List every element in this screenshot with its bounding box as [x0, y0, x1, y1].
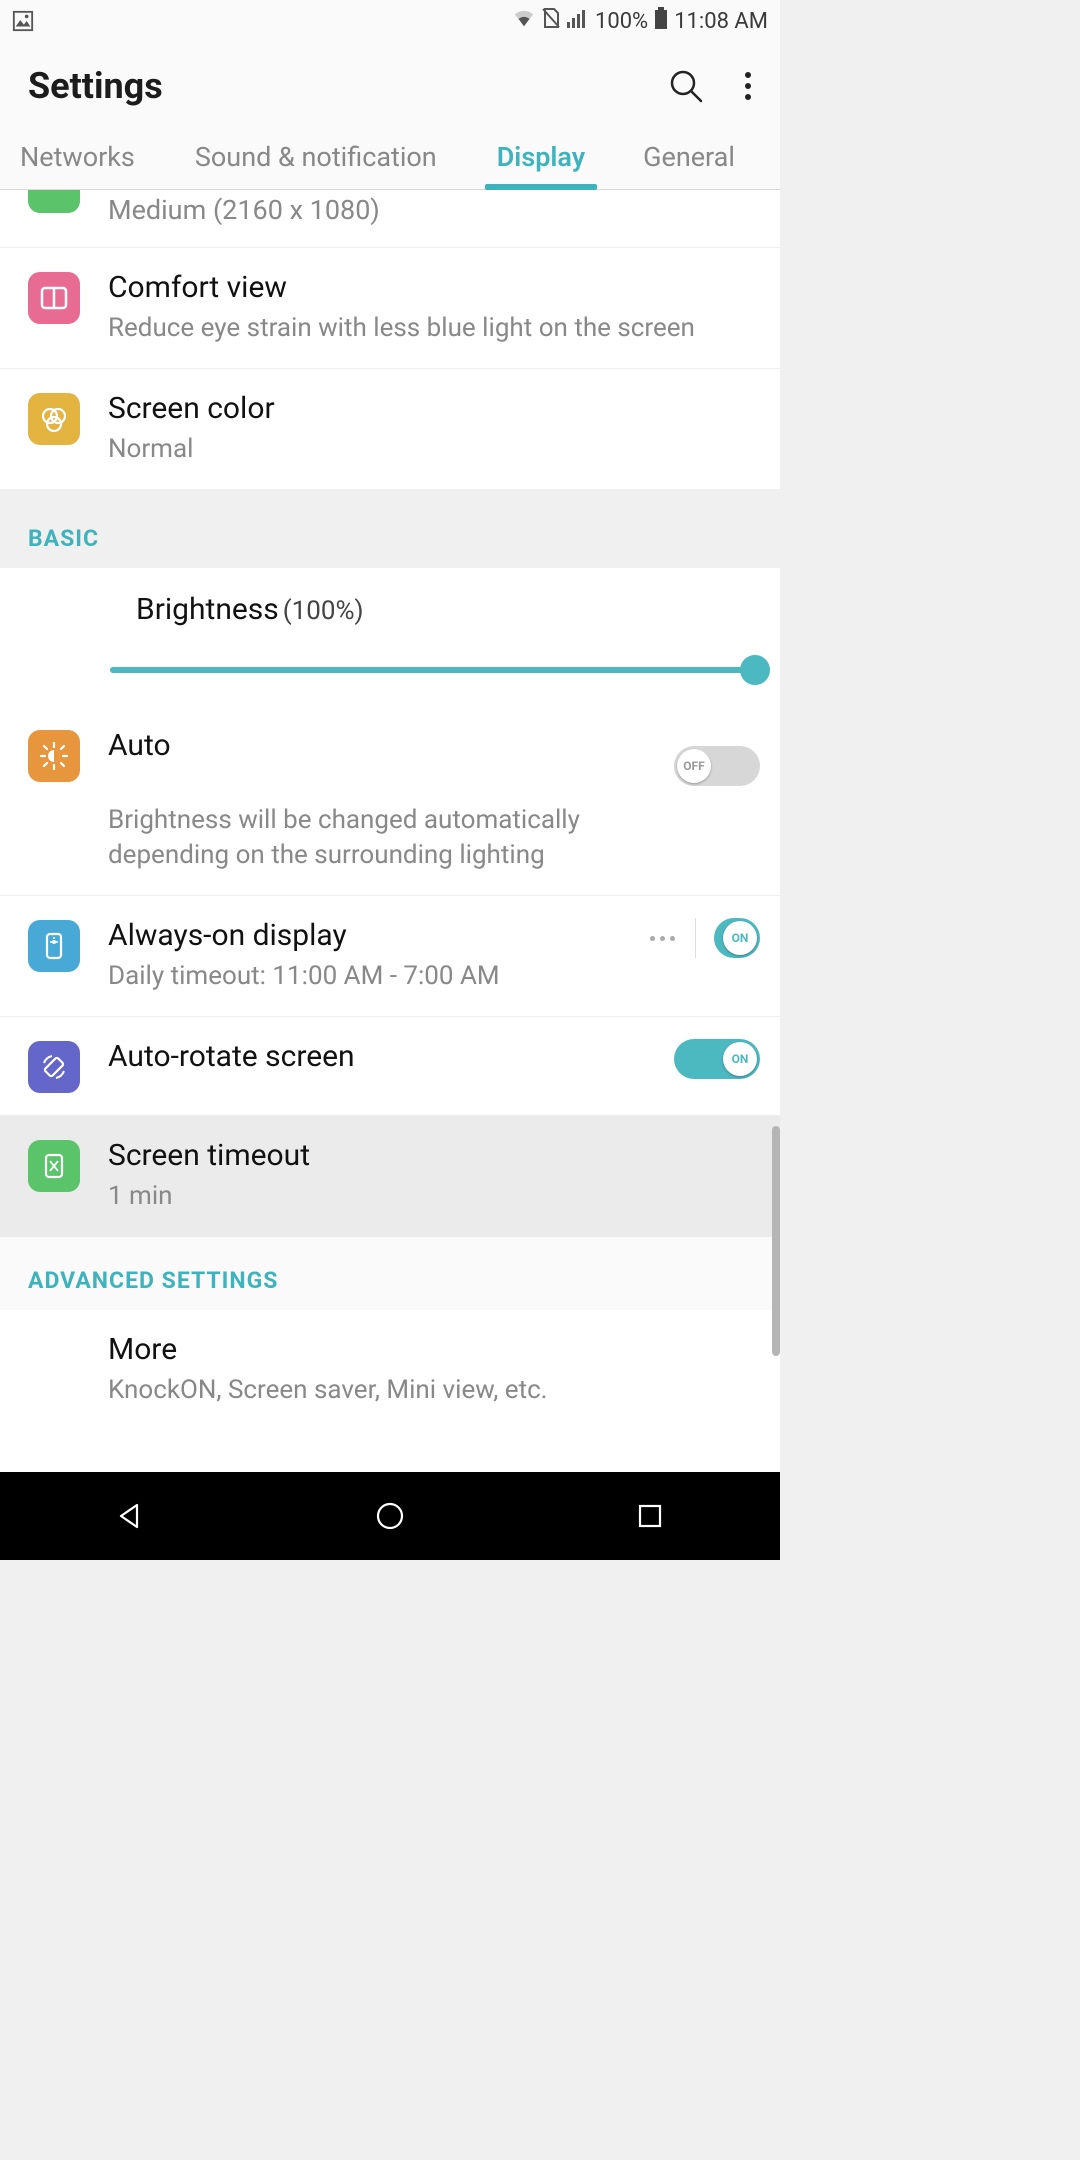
item-desc: Reduce eye strain with less blue light o…	[108, 311, 760, 346]
item-desc: Brightness will be changed automatically…	[108, 803, 650, 873]
item-title: Auto-rotate screen	[108, 1039, 650, 1074]
status-bar: 100% 11:08 AM	[0, 0, 780, 42]
item-desc: Daily timeout: 11:00 AM - 7:00 AM	[108, 959, 650, 994]
tab-sound[interactable]: Sound & notification	[195, 131, 437, 189]
item-auto-brightness[interactable]: Auto Brightness will be changed automati…	[0, 705, 780, 896]
tab-general[interactable]: General	[643, 131, 735, 189]
clock: 11:08 AM	[674, 9, 768, 34]
back-button[interactable]	[80, 1486, 180, 1546]
no-sim-icon	[541, 7, 561, 35]
home-button[interactable]	[340, 1486, 440, 1546]
item-brightness: Brightness (100%)	[0, 568, 780, 627]
recents-button[interactable]	[600, 1486, 700, 1546]
screenshot-icon	[12, 10, 34, 32]
item-always-on-display[interactable]: Always-on display Daily timeout: 11:00 A…	[0, 896, 780, 1017]
auto-rotate-toggle[interactable]: ON	[674, 1039, 760, 1079]
slider-thumb[interactable]	[740, 655, 770, 685]
item-desc: Normal	[108, 432, 760, 467]
settings-list[interactable]: Medium (2160 x 1080) Comfort view Reduce…	[0, 190, 780, 1472]
item-screen-timeout[interactable]: Screen timeout 1 min	[0, 1116, 780, 1236]
aod-toggle[interactable]: ON	[714, 918, 760, 958]
item-title: Comfort view	[108, 270, 760, 305]
resolution-value: Medium (2160 x 1080)	[108, 194, 380, 226]
signal-icon	[567, 8, 589, 34]
item-desc: 1 min	[108, 1179, 760, 1214]
app-header: Settings	[0, 42, 780, 130]
resolution-icon	[28, 190, 80, 213]
aod-options-button[interactable]	[650, 918, 696, 958]
item-title: Screen timeout	[108, 1138, 760, 1173]
overflow-menu-button[interactable]	[744, 71, 752, 101]
item-screen-resolution[interactable]: Medium (2160 x 1080)	[0, 190, 780, 248]
brightness-icon	[28, 730, 80, 782]
brightness-slider[interactable]	[110, 655, 768, 685]
item-title: Always-on display	[108, 918, 650, 953]
item-comfort-view[interactable]: Comfort view Reduce eye strain with less…	[0, 248, 780, 369]
item-desc: KnockON, Screen saver, Mini view, etc.	[108, 1373, 760, 1408]
item-more[interactable]: More KnockON, Screen saver, Mini view, e…	[0, 1310, 780, 1430]
tab-networks[interactable]: Networks	[20, 131, 135, 189]
section-advanced: ADVANCED SETTINGS	[0, 1237, 780, 1310]
battery-pct: 100%	[595, 9, 648, 34]
navigation-bar	[0, 1472, 780, 1560]
page-title: Settings	[28, 65, 163, 107]
item-screen-color[interactable]: Screen color Normal	[0, 369, 780, 489]
brightness-value: (100%)	[283, 596, 364, 626]
battery-icon	[654, 7, 668, 35]
auto-rotate-icon	[28, 1041, 80, 1093]
scrollbar[interactable]	[772, 1126, 780, 1356]
auto-brightness-toggle[interactable]: OFF	[674, 746, 760, 786]
brightness-label: Brightness	[136, 592, 279, 627]
item-title: More	[108, 1332, 760, 1367]
always-on-display-icon	[28, 920, 80, 972]
item-title: Auto	[108, 728, 650, 763]
screen-timeout-icon	[28, 1140, 80, 1192]
item-title: Screen color	[108, 391, 760, 426]
comfort-view-icon	[28, 272, 80, 324]
search-button[interactable]	[668, 68, 704, 104]
screen-color-icon	[28, 393, 80, 445]
item-auto-rotate[interactable]: Auto-rotate screen ON	[0, 1017, 780, 1116]
wifi-icon	[513, 8, 535, 34]
section-basic: BASIC	[0, 489, 780, 568]
tab-display[interactable]: Display	[497, 131, 585, 189]
tabs: Networks Sound & notification Display Ge…	[0, 130, 780, 190]
